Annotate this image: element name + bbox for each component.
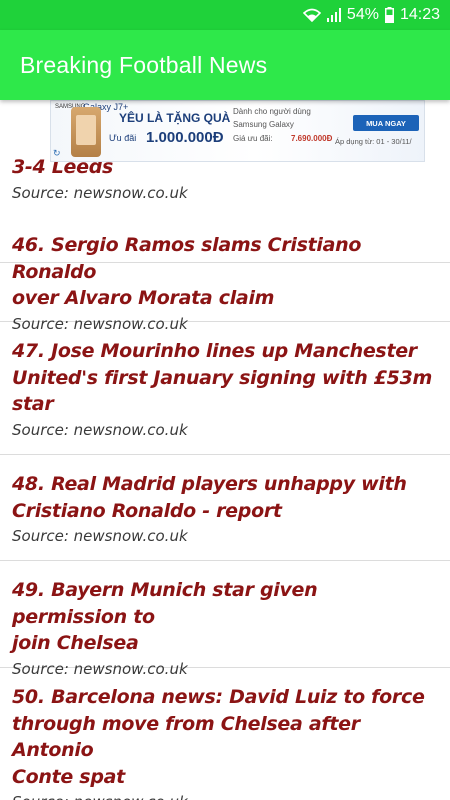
- phone-image: [71, 107, 101, 157]
- clock: 14:23: [399, 6, 440, 23]
- ad-offer-label: Ưu đãi: [109, 133, 137, 143]
- news-list[interactable]: 3-4 Leeds Source: newsnow.co.uk 46. Serg…: [0, 100, 450, 800]
- battery-icon: [384, 7, 394, 23]
- ad-info-icon[interactable]: ↻: [53, 148, 61, 159]
- signal-icon: [326, 8, 341, 22]
- ad-description: Dành cho người dùng: [233, 107, 311, 116]
- status-bar: 54% 14:23: [0, 0, 450, 30]
- news-title[interactable]: 49. Bayern Munich star given permission …: [12, 561, 438, 657]
- news-item[interactable]: 48. Real Madrid players unhappy with Cri…: [0, 455, 450, 561]
- news-title[interactable]: 47. Jose Mourinho lines up Manchester Un…: [12, 322, 438, 418]
- news-title[interactable]: 50. Barcelona news: David Luiz to force …: [12, 668, 438, 790]
- battery-percent: 54%: [346, 6, 379, 23]
- ad-date: Áp dụng từ: 01 - 30/11/: [335, 137, 412, 146]
- ad-price: 7.690.000Đ: [291, 134, 333, 143]
- news-item[interactable]: 47. Jose Mourinho lines up Manchester Un…: [0, 322, 450, 455]
- news-title[interactable]: 46. Sergio Ramos slams Cristiano Ronaldo…: [12, 216, 438, 312]
- ad-banner[interactable]: SAMSUNG Galaxy J7+ YÊU LÀ TẶNG QUÀ Ưu đã…: [50, 100, 425, 162]
- news-item[interactable]: 50. Barcelona news: David Luiz to force …: [0, 668, 450, 800]
- news-source: Source: newsnow.co.uk: [12, 183, 188, 202]
- news-source: Source: newsnow.co.uk: [12, 527, 188, 545]
- ad-buy-button[interactable]: MUA NGAY: [353, 115, 419, 131]
- news-source: Source: newsnow.co.uk: [12, 420, 188, 439]
- app-title: Breaking Football News: [20, 51, 268, 78]
- wifi-icon: [302, 8, 321, 22]
- app-bar: Breaking Football News: [0, 30, 450, 100]
- ad-description: Samsung Galaxy: [233, 120, 294, 129]
- news-item[interactable]: 49. Bayern Munich star given permission …: [0, 561, 450, 678]
- ad-offer-value: 1.000.000Đ: [146, 129, 224, 146]
- ad-headline: YÊU LÀ TẶNG QUÀ: [119, 111, 231, 125]
- news-source: Source: newsnow.co.uk: [12, 792, 438, 800]
- ad-price-label: Giá ưu đãi:: [233, 134, 273, 143]
- news-title[interactable]: 48. Real Madrid players unhappy with Cri…: [12, 455, 438, 524]
- news-item[interactable]: 46. Sergio Ramos slams Cristiano Ronaldo…: [0, 216, 450, 333]
